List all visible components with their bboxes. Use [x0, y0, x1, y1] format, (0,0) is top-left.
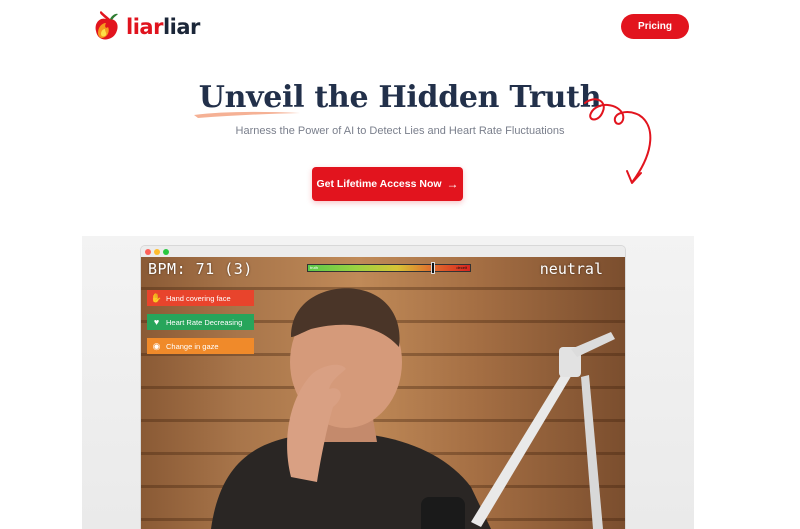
cue-heart-rate-decreasing: ♥ Heart Rate Decreasing — [147, 314, 254, 330]
hero-subtitle: Harness the Power of AI to Detect Lies a… — [235, 125, 565, 137]
window-maximize-dot — [163, 249, 169, 255]
logo-text-part1: liar — [126, 15, 163, 39]
title-underline-brush — [194, 111, 300, 118]
mic-arm-upper — [571, 332, 615, 357]
bpm-readout: BPM: 71 (3) — [148, 260, 253, 278]
meter-needle — [430, 262, 435, 274]
heart-rate-icon: ♥ — [153, 317, 160, 327]
cue-label: Change in gaze — [166, 341, 219, 351]
logo-text: liarliar — [126, 15, 200, 39]
logo[interactable]: liarliar — [90, 11, 200, 43]
window-minimize-dot — [154, 249, 160, 255]
truth-deceit-meter: truth deceit — [307, 262, 471, 274]
hand-icon: ✋ — [150, 292, 163, 303]
meter-left-label: truth — [310, 265, 319, 270]
cue-hand-covering-face: ✋ Hand covering face — [147, 290, 254, 306]
mic-arm — [471, 367, 573, 527]
window-title-bar — [141, 246, 625, 257]
mic-stand — [581, 375, 603, 529]
demo-video[interactable]: BPM: 71 (3) truth deceit neutral ✋ Hand … — [141, 257, 625, 529]
eye-icon: ◉ — [152, 340, 161, 351]
window-close-dot — [145, 249, 151, 255]
cue-label: Heart Rate Decreasing — [166, 317, 243, 327]
cue-change-in-gaze: ◉ Change in gaze — [147, 338, 254, 354]
arrow-right-icon: → — [446, 177, 459, 191]
logo-text-part2: liar — [162, 15, 200, 39]
squiggle-arrow-icon — [584, 98, 652, 184]
microphone — [421, 497, 465, 529]
get-lifetime-access-button[interactable]: Get Lifetime Access Now → — [312, 167, 463, 201]
cue-label: Hand covering face — [166, 293, 231, 303]
cta-label: Get Lifetime Access Now — [316, 178, 442, 190]
hero-title-rest: the Hidden Truth — [304, 80, 602, 115]
emotion-label: neutral — [539, 260, 603, 278]
hero-title: Unveil the Hidden Truth — [0, 80, 800, 115]
chili-pepper-icon — [95, 11, 118, 40]
meter-right-label: deceit — [456, 265, 467, 270]
pricing-button[interactable]: Pricing — [621, 14, 689, 39]
demo-window: BPM: 71 (3) truth deceit neutral ✋ Hand … — [141, 246, 625, 529]
